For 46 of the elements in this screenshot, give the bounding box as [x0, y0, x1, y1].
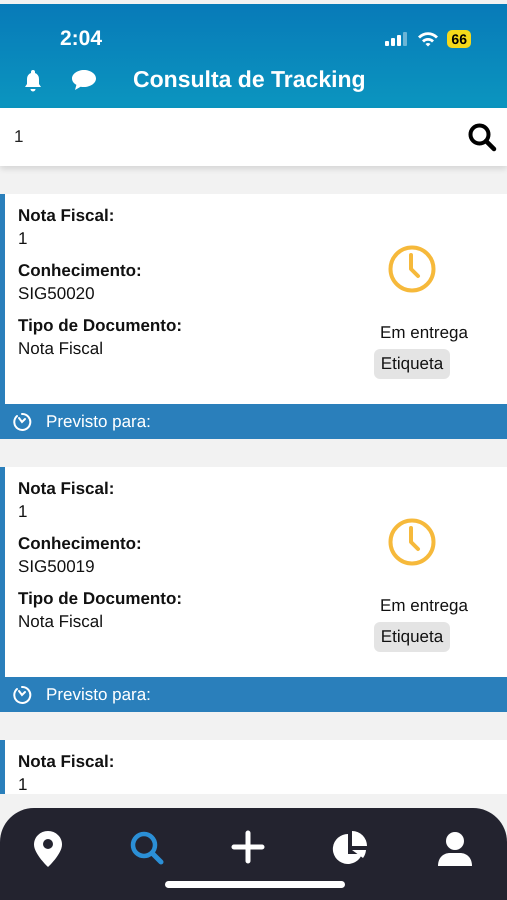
- forecast-label: Previsto para:: [46, 412, 151, 432]
- field-value: SIG50020: [18, 284, 96, 304]
- search-field[interactable]: 1: [14, 127, 467, 147]
- search-icon[interactable]: [467, 122, 497, 152]
- field-label: Nota Fiscal:: [18, 206, 116, 226]
- field-value: 1: [18, 775, 28, 794]
- field-label: Conhecimento:: [18, 261, 143, 281]
- tracking-card[interactable]: Nota Fiscal: 1: [0, 740, 507, 794]
- person-icon: [436, 830, 474, 868]
- profile-tab[interactable]: [436, 830, 474, 868]
- location-pin-icon: [33, 830, 64, 868]
- pie-chart-icon: [332, 830, 370, 866]
- screen-title: Consulta de Tracking: [133, 66, 366, 93]
- label-button[interactable]: Etiqueta: [374, 349, 450, 379]
- signal-icon: [385, 32, 410, 46]
- tracking-card[interactable]: Nota Fiscal: 1 Conhecimento: SIG50019 Tipo de Documento: Nota Fiscal Em entrega Etiqueta: [0, 467, 507, 677]
- status-time: 2:04: [60, 27, 102, 51]
- battery-indicator: 66: [447, 30, 471, 48]
- field-value: 1: [18, 229, 28, 249]
- clock-icon: [387, 244, 437, 294]
- field-value: 1: [18, 502, 28, 522]
- timer-icon: [12, 684, 32, 704]
- field-label: Tipo de Documento:: [18, 316, 184, 336]
- field-label: Nota Fiscal:: [18, 752, 116, 772]
- field-value: Nota Fiscal: [18, 339, 104, 359]
- forecast-label: Previsto para:: [46, 684, 151, 704]
- plus-icon: [231, 830, 266, 864]
- chart-tab[interactable]: [332, 830, 370, 866]
- label-button[interactable]: Etiqueta: [374, 622, 450, 652]
- wifi-icon: [417, 31, 440, 47]
- field-label: Conhecimento:: [18, 534, 143, 554]
- delivery-status: Em entrega: [379, 595, 469, 617]
- field-label: Nota Fiscal:: [18, 479, 116, 499]
- chat-bubble-icon[interactable]: [71, 68, 97, 90]
- search-tab[interactable]: [129, 830, 166, 866]
- clock-icon: [387, 517, 437, 567]
- field-label: Tipo de Documento:: [18, 589, 184, 609]
- search-bar[interactable]: 1: [0, 108, 507, 166]
- add-tab[interactable]: [231, 830, 266, 864]
- timer-icon: [12, 412, 32, 432]
- tracking-card[interactable]: Nota Fiscal: 1 Conhecimento: SIG50020 Tipo de Documento: Nota Fiscal Em entrega Etiqueta: [0, 194, 507, 404]
- field-value: Nota Fiscal: [18, 612, 104, 632]
- field-value: SIG50019: [18, 557, 96, 577]
- delivery-status: Em entrega: [379, 322, 469, 344]
- map-tab[interactable]: [33, 830, 64, 868]
- search-icon: [129, 830, 166, 866]
